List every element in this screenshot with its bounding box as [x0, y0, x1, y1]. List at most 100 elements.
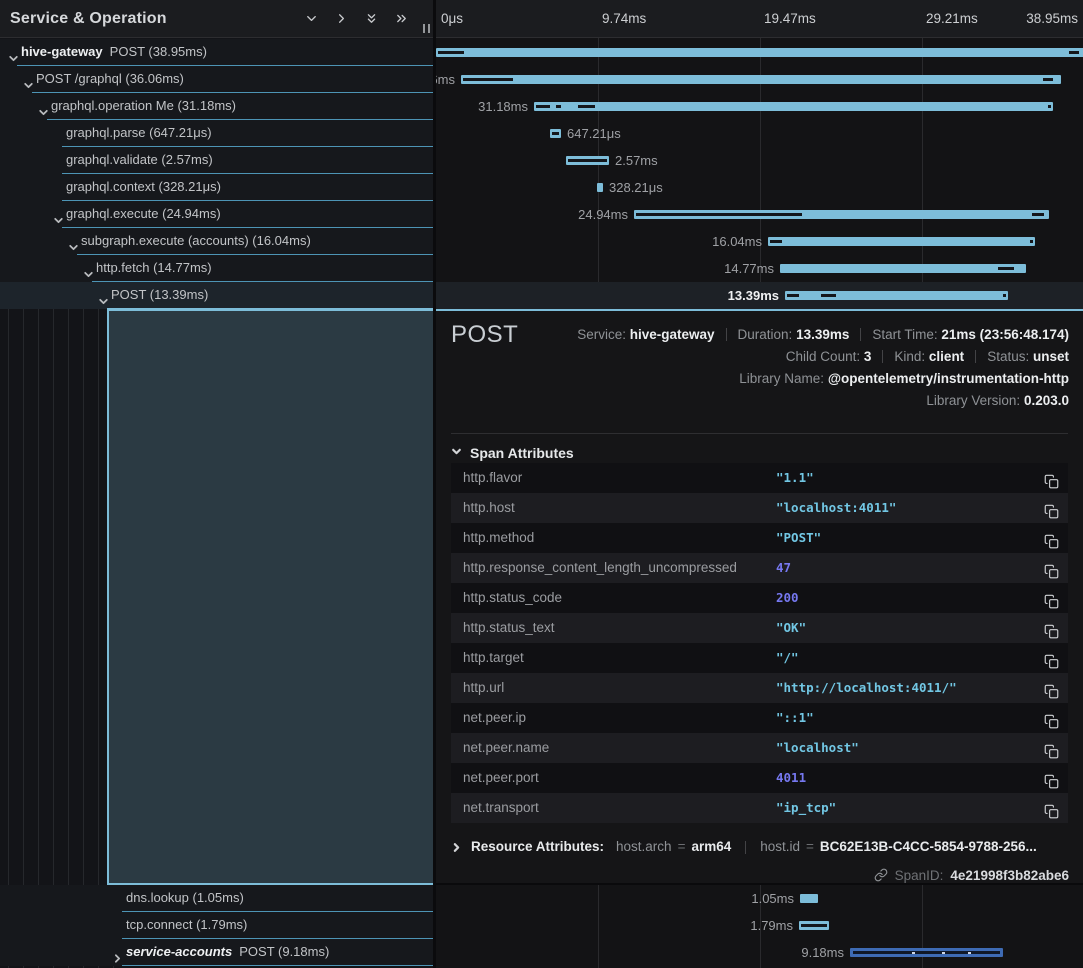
resource-attr-key: host.id — [760, 834, 800, 860]
span-bar-hive-gateway[interactable] — [436, 48, 1083, 57]
collapse-all-icon[interactable] — [363, 11, 379, 27]
span-bar-graphql-parse[interactable] — [550, 129, 561, 138]
span-id-row[interactable]: SpanID: 4e21998f3b82abe6 — [874, 863, 1069, 887]
copy-icon[interactable] — [1044, 800, 1060, 816]
span-label: POST (9.18ms) — [239, 944, 329, 959]
copy-icon[interactable] — [1044, 740, 1060, 756]
chevron-down-icon[interactable] — [23, 74, 34, 85]
copy-icon[interactable] — [1044, 680, 1060, 696]
timeline-tick: 38.95ms — [1026, 0, 1078, 37]
span-row-graphql-validate[interactable]: graphql.validate (2.57ms) — [0, 147, 433, 174]
attribute-value: 4011 — [776, 763, 806, 793]
span-row-service-accounts-post[interactable]: service-accountsPOST (9.18ms) — [0, 939, 433, 966]
chevron-down-icon[interactable] — [53, 209, 64, 220]
span-service-name: hive-gateway — [21, 44, 103, 59]
span-bar-subgraph-execute[interactable] — [768, 237, 1035, 246]
attribute-value: 200 — [776, 583, 799, 613]
timeline-header: 0μs 9.74ms 19.47ms 29.21ms 38.95ms — [436, 0, 1083, 38]
span-bar-http-fetch[interactable] — [780, 264, 1026, 273]
attribute-row: http.status_code 200 — [451, 583, 1068, 613]
span-bar-service-accounts[interactable] — [850, 948, 1003, 957]
child-count-label: Child Count: — [786, 349, 860, 364]
span-label: graphql.parse (647.21μs) — [66, 120, 212, 146]
span-row-subgraph-execute[interactable]: subgraph.execute (accounts) (16.04ms) — [0, 228, 433, 255]
attribute-key: net.peer.ip — [463, 703, 526, 733]
copy-icon[interactable] — [1044, 470, 1060, 486]
span-bar-dns-lookup[interactable] — [800, 894, 818, 903]
section-divider — [451, 433, 1068, 434]
chevron-right-icon[interactable] — [112, 947, 123, 958]
span-label: subgraph.execute (accounts) (16.04ms) — [81, 228, 311, 254]
chevron-right-icon — [451, 842, 462, 853]
attribute-key: http.method — [463, 523, 534, 553]
copy-icon[interactable] — [1044, 500, 1060, 516]
chevron-down-icon[interactable] — [38, 101, 49, 112]
tree-header: Service & Operation — [0, 0, 433, 38]
span-row-underline — [122, 965, 433, 966]
copy-icon[interactable] — [1044, 650, 1060, 666]
span-row-hive-gateway-post[interactable]: hive-gatewayPOST (38.95ms) — [0, 39, 433, 66]
span-row-post-selected[interactable]: POST (13.39ms) — [0, 282, 433, 309]
attribute-row: http.response_content_length_uncompresse… — [451, 553, 1068, 583]
equals-sign: = — [678, 834, 686, 860]
detail-meta-line-4: Library Version: 0.203.0 — [577, 390, 1069, 412]
span-id-value: 4e21998f3b82abe6 — [950, 868, 1069, 883]
copy-icon[interactable] — [1044, 620, 1060, 636]
status-label: Status: — [987, 349, 1029, 364]
span-bar-tcp-connect[interactable] — [799, 921, 829, 930]
span-label: graphql.validate (2.57ms) — [66, 147, 213, 173]
attribute-key: http.status_code — [463, 583, 562, 613]
expand-all-icon[interactable] — [393, 11, 409, 27]
span-bar-graphql-operation[interactable] — [534, 102, 1053, 111]
panel-divider[interactable] — [433, 0, 436, 968]
panel-resize-grip[interactable] — [423, 24, 430, 33]
copy-icon[interactable] — [1044, 710, 1060, 726]
copy-icon[interactable] — [1044, 530, 1060, 546]
resource-attributes-header[interactable]: Resource Attributes: host.arch=arm64 hos… — [451, 834, 1037, 860]
span-row-graphql-context[interactable]: graphql.context (328.21μs) — [0, 174, 433, 201]
chevron-down-icon[interactable] — [8, 47, 19, 58]
span-duration-label: 13.39ms — [728, 282, 779, 309]
timeline-tick: 19.47ms — [764, 0, 816, 37]
span-duration-label: 2.57ms — [615, 147, 658, 174]
tree-header-toolbar — [303, 11, 423, 27]
chevron-down-icon[interactable] — [83, 263, 94, 274]
span-bar-graphql-validate[interactable] — [566, 156, 609, 165]
duration-label: Duration: — [738, 327, 793, 342]
attribute-key: net.transport — [463, 793, 539, 823]
copy-icon[interactable] — [1044, 770, 1060, 786]
span-label: graphql.execute (24.94ms) — [66, 201, 221, 227]
span-duration-label: 647.21μs — [567, 120, 621, 147]
span-duration-label: 1.79ms — [750, 912, 793, 939]
chevron-down-icon[interactable] — [68, 236, 79, 247]
span-row-post-graphql[interactable]: POST /graphql (36.06ms) — [0, 66, 433, 93]
span-bar-graphql-execute[interactable] — [634, 210, 1049, 219]
span-bar-post-selected[interactable] — [785, 291, 1008, 300]
span-row-graphql-execute[interactable]: graphql.execute (24.94ms) — [0, 201, 433, 228]
span-row-dns-lookup[interactable]: dns.lookup (1.05ms) — [0, 885, 433, 912]
span-bar-graphql-context[interactable] — [597, 183, 603, 192]
span-bar-post-graphql[interactable] — [461, 75, 1061, 84]
span-row-tcp-connect[interactable]: tcp.connect (1.79ms) — [0, 912, 433, 939]
attribute-row: http.target"/" — [451, 643, 1068, 673]
attribute-value: "/" — [776, 643, 799, 673]
expand-one-icon[interactable] — [333, 11, 349, 27]
attribute-key: http.host — [463, 493, 515, 523]
span-row-http-fetch[interactable]: http.fetch (14.77ms) — [0, 255, 433, 282]
chevron-down-icon[interactable] — [98, 290, 109, 301]
selected-span-region[interactable] — [107, 309, 433, 885]
attribute-value: "http://localhost:4011/" — [776, 673, 957, 703]
span-row-graphql-parse[interactable]: graphql.parse (647.21μs) — [0, 120, 433, 147]
attribute-value: "localhost" — [776, 733, 859, 763]
detail-meta-line-3: Library Name: @opentelemetry/instrumenta… — [577, 368, 1069, 390]
detail-meta: Service: hive-gatewayDuration: 13.39msSt… — [577, 324, 1069, 412]
span-attributes-header[interactable]: Span Attributes — [451, 441, 574, 465]
span-row-graphql-operation[interactable]: graphql.operation Me (31.18ms) — [0, 93, 433, 120]
copy-icon[interactable] — [1044, 590, 1060, 606]
resource-attr-key: host.arch — [616, 834, 672, 860]
status-value: unset — [1033, 349, 1069, 364]
chevron-down-icon — [451, 444, 462, 462]
collapse-one-icon[interactable] — [303, 11, 319, 27]
copy-icon[interactable] — [1044, 560, 1060, 576]
attribute-row: http.url"http://localhost:4011/" — [451, 673, 1068, 703]
